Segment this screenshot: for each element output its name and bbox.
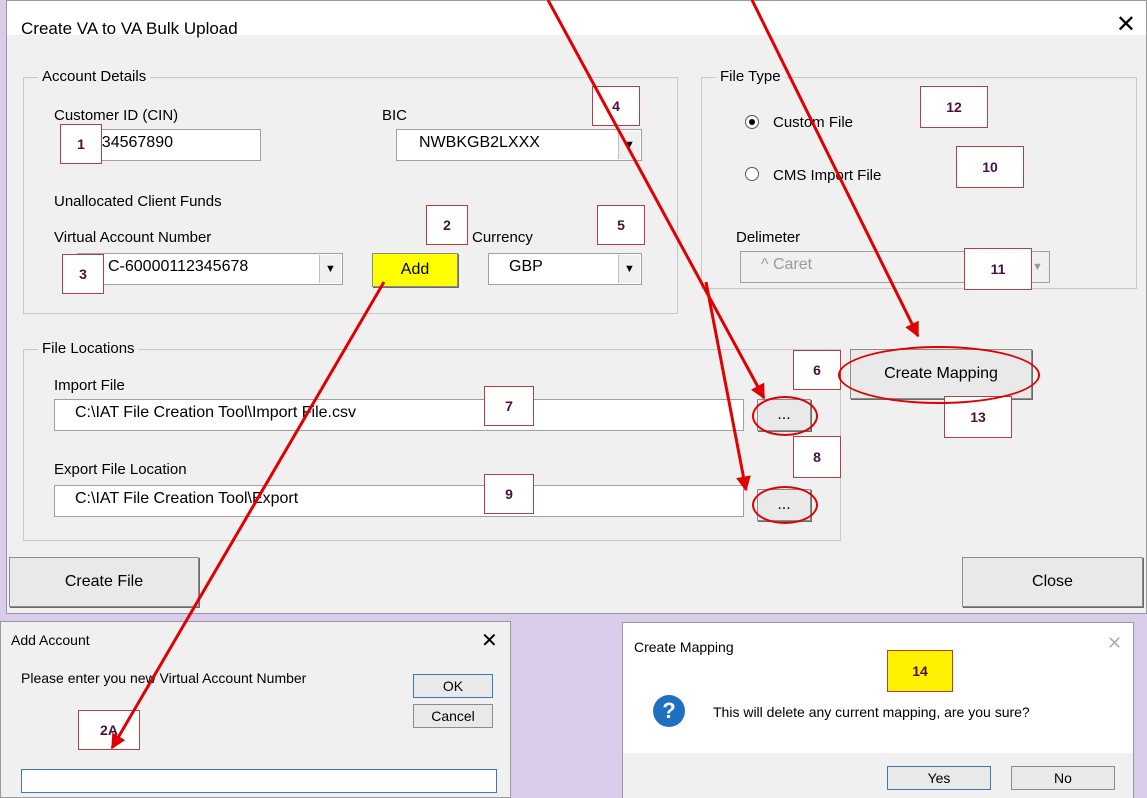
van-select[interactable]: C-60000112345678 ▼	[77, 253, 343, 285]
chevron-down-icon[interactable]: ▼	[618, 131, 640, 159]
add-account-title: Add Account	[11, 632, 90, 648]
ok-button[interactable]: OK	[413, 674, 493, 698]
bic-label: BIC	[382, 107, 408, 124]
cms-import-radio[interactable]	[745, 167, 759, 181]
currency-select[interactable]: GBP ▼	[488, 253, 642, 285]
callout-12: 12	[920, 86, 988, 128]
callout-11: 11	[964, 248, 1032, 290]
create-mapping-message: This will delete any current mapping, ar…	[713, 704, 1030, 720]
currency-label: Currency	[472, 229, 533, 246]
callout-2a: 2A	[78, 710, 140, 750]
close-icon[interactable]: ✕	[1116, 13, 1136, 37]
no-button[interactable]: No	[1011, 766, 1115, 790]
main-titlebar: Create VA to VA Bulk Upload ✕	[7, 1, 1146, 38]
close-button[interactable]: Close	[962, 557, 1143, 607]
question-icon: ?	[653, 695, 685, 727]
custom-file-label: Custom File	[773, 114, 854, 131]
cancel-button[interactable]: Cancel	[413, 704, 493, 728]
callout-10: 10	[956, 146, 1024, 188]
callout-8: 8	[793, 436, 841, 478]
delimeter-label: Delimeter	[736, 229, 801, 246]
create-mapping-dialog-title: Create Mapping	[634, 639, 734, 655]
callout-4: 4	[592, 86, 640, 126]
account-details-title: Account Details	[38, 68, 151, 85]
add-account-prompt: Please enter you new Virtual Account Num…	[21, 670, 307, 686]
export-location-input[interactable]: C:\IAT File Creation Tool\Export	[54, 485, 744, 517]
close-icon[interactable]: ✕	[1107, 633, 1122, 654]
callout-3: 3	[62, 254, 104, 294]
new-van-input[interactable]	[21, 769, 497, 793]
callout-9: 9	[484, 474, 534, 514]
file-locations-title: File Locations	[38, 340, 139, 357]
close-icon[interactable]: ✕	[481, 628, 498, 653]
callout-5: 5	[597, 205, 645, 245]
import-file-input[interactable]: C:\IAT File Creation Tool\Import File.cs…	[54, 399, 744, 431]
custom-file-radio[interactable]	[745, 115, 759, 129]
cms-import-label: CMS Import File	[773, 167, 882, 184]
customer-id-label: Customer ID (CIN)	[54, 107, 179, 124]
import-file-label: Import File	[54, 377, 125, 394]
unallocated-funds-label: Unallocated Client Funds	[54, 193, 222, 210]
chevron-down-icon[interactable]: ▼	[618, 255, 640, 283]
yes-button[interactable]: Yes	[887, 766, 991, 790]
main-dialog-title: Create VA to VA Bulk Upload	[21, 19, 238, 38]
highlight-ring-import-browse	[752, 396, 818, 436]
callout-6: 6	[793, 350, 841, 390]
customer-id-input[interactable]: 1234567890	[77, 129, 261, 161]
van-label: Virtual Account Number	[54, 229, 212, 246]
highlight-ring-export-browse	[752, 486, 818, 524]
chevron-down-icon[interactable]: ▼	[319, 255, 341, 283]
create-file-button[interactable]: Create File	[9, 557, 199, 607]
callout-2: 2	[426, 205, 468, 245]
create-mapping-dialog: Create Mapping ✕ ? This will delete any …	[622, 622, 1134, 798]
file-type-title: File Type	[716, 68, 785, 85]
callout-7: 7	[484, 386, 534, 426]
highlight-ring-create-mapping	[838, 346, 1040, 404]
add-account-dialog: Add Account ✕ Please enter you new Virtu…	[0, 621, 511, 798]
add-button[interactable]: Add	[372, 253, 458, 287]
callout-14: 14	[887, 650, 953, 692]
bic-select[interactable]: NWBKGB2LXXX ▼	[396, 129, 642, 161]
export-location-label: Export File Location	[54, 461, 187, 478]
callout-1: 1	[60, 124, 102, 164]
